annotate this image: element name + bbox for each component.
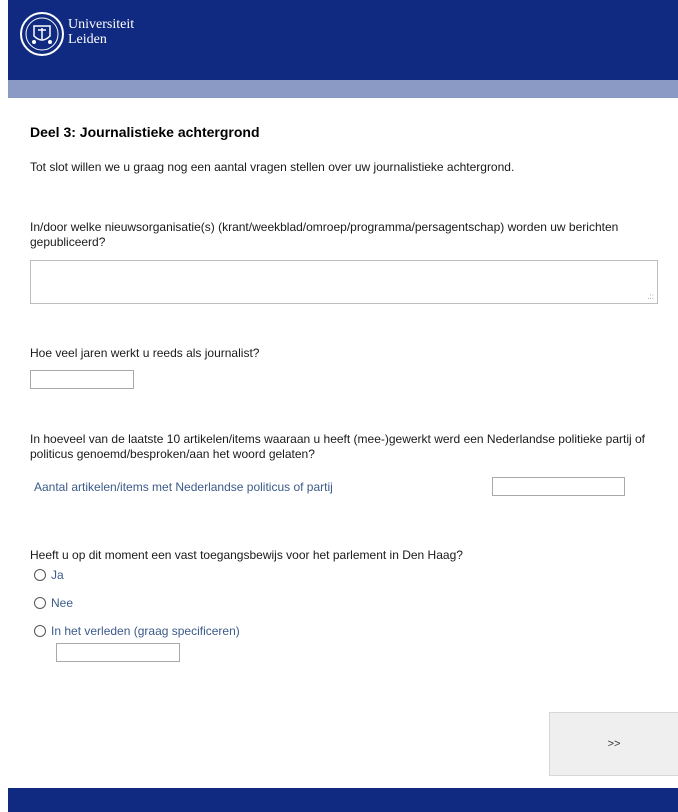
option-nee[interactable]: Nee [34,596,73,610]
verleden-specify-input[interactable] [56,643,180,662]
survey-frame: Universiteit Leiden Deel 3: Journalistie… [8,0,678,812]
option-ja-label[interactable]: Ja [51,568,64,582]
years-journalist-input[interactable] [30,370,134,389]
header-bar: Universiteit Leiden [8,0,678,80]
radio-ja-icon[interactable] [34,569,46,581]
radio-nee-icon[interactable] [34,597,46,609]
university-seal-icon [20,12,64,56]
option-ja[interactable]: Ja [34,568,64,582]
option-verleden-label[interactable]: In het verleden (graag specificeren) [51,624,240,638]
question-2-text: Hoe veel jaren werkt u reeds als journal… [30,346,260,360]
option-nee-label[interactable]: Nee [51,596,73,610]
question-3-text: In hoeveel van de laatste 10 artikelen/i… [30,432,646,461]
political-articles-label: Aantal artikelen/items met Nederlandse p… [34,480,333,494]
university-logo-text: Universiteit Leiden [68,17,134,47]
radio-verleden-icon[interactable] [34,625,46,637]
question-4-text: Heeft u op dit moment een vast toegangsb… [30,548,463,562]
news-organisations-textarea[interactable]: .:: [30,260,658,304]
political-articles-input[interactable] [492,477,625,496]
footer-bar [8,788,678,812]
question-1-text: In/door welke nieuwsorganisatie(s) (kran… [30,220,619,249]
logo-line-1: Universiteit [68,17,135,32]
logo-line-2: Leiden [68,32,107,47]
next-button[interactable]: >> [549,712,678,776]
section-title: Deel 3: Journalistieke achtergrond [30,124,260,140]
section-intro: Tot slot willen we u graag nog een aanta… [30,160,515,174]
header-subbar [8,80,678,98]
resize-handle-icon[interactable]: .:: [647,292,654,301]
option-verleden[interactable]: In het verleden (graag specificeren) [34,624,240,638]
